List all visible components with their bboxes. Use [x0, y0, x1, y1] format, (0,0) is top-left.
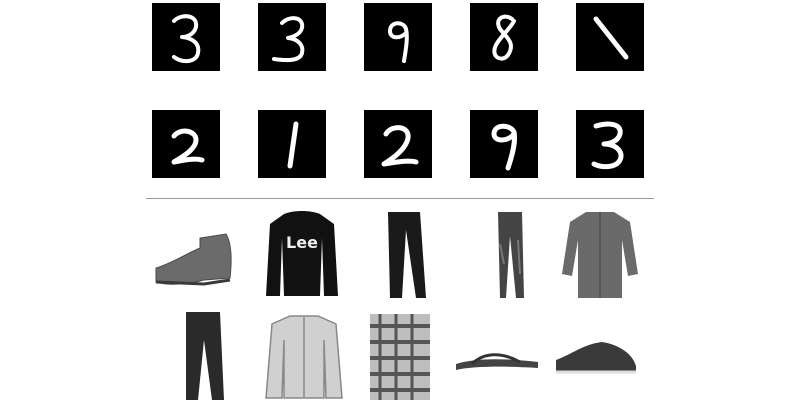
- mnist-digit-9: [364, 3, 432, 71]
- pullover-image: Lee: [254, 204, 350, 300]
- mnist-digit-3: [258, 3, 326, 71]
- mnist-digit-3: [152, 3, 220, 71]
- ankle-boot-image: [148, 204, 244, 300]
- sneaker-image: [546, 306, 642, 400]
- mnist-digit-8: [470, 3, 538, 71]
- shirt-image: [352, 306, 448, 400]
- pullover-image: [256, 306, 352, 400]
- mnist-digit-3: [576, 110, 644, 178]
- shirt-image: [552, 204, 648, 300]
- sandal-image: [450, 306, 546, 400]
- mnist-digit-1: [576, 3, 644, 71]
- mnist-digit-2: [364, 110, 432, 178]
- lee-logo: Lee: [286, 233, 318, 252]
- trouser-image: [160, 306, 256, 400]
- mnist-digit-9: [470, 110, 538, 178]
- image-grid: Lee: [0, 0, 799, 400]
- trouser-image: [466, 204, 562, 300]
- trouser-image: [360, 204, 456, 300]
- section-divider: [146, 198, 654, 199]
- mnist-digit-2: [152, 110, 220, 178]
- mnist-digit-1: [258, 110, 326, 178]
